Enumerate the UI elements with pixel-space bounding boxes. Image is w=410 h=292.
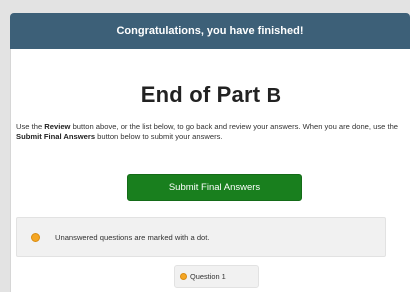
question-label: Question 1 bbox=[190, 272, 226, 281]
unanswered-note-text: Unanswered questions are marked with a d… bbox=[55, 232, 210, 242]
instructions-review-bold: Review bbox=[44, 122, 71, 131]
unanswered-dot-icon bbox=[180, 273, 187, 280]
unanswered-dot-icon bbox=[31, 233, 40, 242]
completion-banner: Congratulations, you have finished! bbox=[10, 13, 410, 49]
instructions-text-1: Use the bbox=[16, 122, 45, 131]
instructions-text-3: button below to submit your answers. bbox=[95, 132, 223, 141]
unanswered-note: Unanswered questions are marked with a d… bbox=[16, 217, 386, 257]
instructions-text-2: button above, or the list below, to go b… bbox=[70, 122, 399, 131]
part-letter: B bbox=[266, 85, 282, 107]
instructions-submit-bold: Submit Final Answers bbox=[16, 132, 96, 141]
submit-final-answers-button[interactable]: Submit Final Answers bbox=[127, 174, 302, 201]
question-1-button[interactable]: Question 1 bbox=[174, 265, 259, 288]
title-text: End of Part bbox=[140, 82, 261, 107]
instructions: Use the Review button above, or the list… bbox=[16, 122, 401, 142]
page-title: End of Part B bbox=[11, 82, 410, 108]
end-of-part-panel: End of Part B Use the Review button abov… bbox=[10, 49, 410, 292]
